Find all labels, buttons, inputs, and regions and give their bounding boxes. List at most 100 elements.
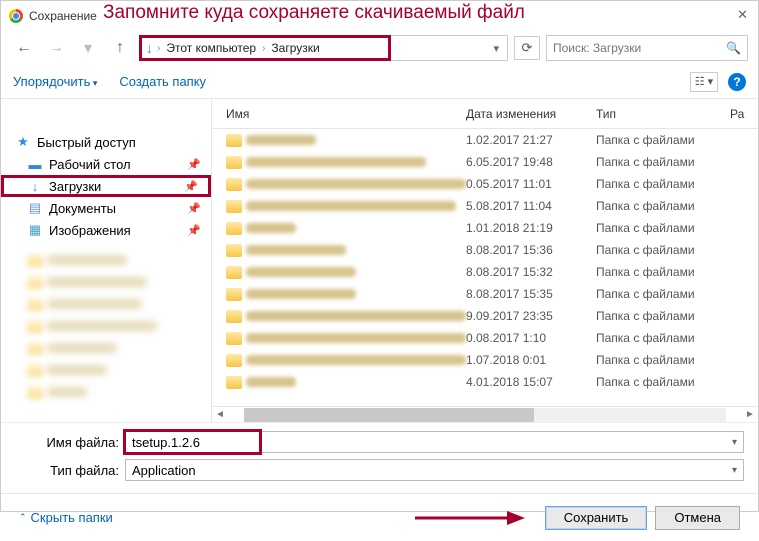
file-row[interactable]: 1.07.2018 0:01Папка с файлами [212,349,758,371]
refresh-button[interactable]: ⟳ [514,36,540,60]
window-title: Сохранение [29,9,97,23]
pictures-icon: ▦ [27,222,43,238]
file-name-blurred [246,267,356,277]
column-headers[interactable]: Имя Дата изменения Тип Ра [212,99,758,129]
file-date: 8.08.2017 15:35 [466,287,596,301]
star-icon: ★ [15,134,31,150]
up-button[interactable]: ↑ [107,37,133,59]
scroll-left[interactable]: ◄ [212,409,228,420]
file-date: 6.05.2017 19:48 [466,155,596,169]
file-date: 5.08.2017 11:04 [466,199,596,213]
breadcrumb-dropdown[interactable]: ▾ [489,42,503,55]
file-date: 0.05.2017 11:01 [466,177,596,191]
pin-icon: 📌 [187,202,201,215]
file-list[interactable]: 1.02.2017 21:27Папка с файлами6.05.2017 … [212,129,758,406]
desktop-icon: ▬ [27,156,43,172]
breadcrumb-bar[interactable]: ↓ › Этот компьютер › Загрузки ▾ [139,35,508,61]
file-row[interactable]: 0.05.2017 11:01Папка с файлами [212,173,758,195]
col-type[interactable]: Тип [596,107,730,121]
folder-icon [226,178,242,191]
pin-icon: 📌 [187,158,201,171]
folder-icon [226,288,242,301]
chevron-up-icon: ⌃ [19,512,27,523]
file-row[interactable]: 6.05.2017 19:48Папка с файлами [212,151,758,173]
sidebar-blur-item [1,337,211,359]
folder-icon [226,200,242,213]
file-date: 1.02.2017 21:27 [466,133,596,147]
file-type: Папка с файлами [596,331,730,345]
sidebar-quick-access[interactable]: ★ Быстрый доступ [1,131,211,153]
breadcrumb-item-downloads[interactable]: Загрузки [267,41,323,55]
search-input[interactable] [553,41,726,55]
horizontal-scrollbar[interactable]: ◄ ► [212,406,758,422]
filename-field[interactable]: tsetup.1.2.6 ▾ [125,431,744,453]
filetype-value: Application [132,463,196,478]
folder-icon [226,354,242,367]
view-options-button[interactable]: ☷ ▾ [690,72,718,92]
scroll-track[interactable] [244,408,726,422]
search-icon[interactable]: 🔍 [726,41,741,55]
filename-label: Имя файла: [15,435,125,450]
back-button[interactable]: ← [11,37,37,59]
folder-icon [226,376,242,389]
col-name[interactable]: Имя [212,107,466,121]
file-name-blurred [246,201,456,211]
file-type: Папка с файлами [596,177,730,191]
sidebar-blur-item [1,359,211,381]
breadcrumb-item-pc[interactable]: Этот компьютер [162,41,260,55]
file-name-blurred [246,311,466,321]
save-button[interactable]: Сохранить [545,506,648,530]
file-name-blurred [246,157,426,167]
sidebar-item-pictures[interactable]: ▦ Изображения 📌 [1,219,211,241]
file-type: Папка с файлами [596,265,730,279]
sidebar-blur-item [1,249,211,271]
filetype-dropdown[interactable]: ▾ [732,465,737,476]
folder-icon [226,244,242,257]
breadcrumb-sep: › [157,43,160,54]
file-date: 1.07.2018 0:01 [466,353,596,367]
file-date: 0.08.2017 1:10 [466,331,596,345]
col-date[interactable]: Дата изменения [466,107,596,121]
file-row[interactable]: 1.01.2018 21:19Папка с файлами [212,217,758,239]
file-row[interactable]: 8.08.2017 15:32Папка с файлами [212,261,758,283]
organize-menu[interactable]: Упорядочить [13,74,97,89]
hide-folders-link[interactable]: ⌃ Скрыть папки [19,510,113,525]
file-row[interactable]: 8.08.2017 15:36Папка с файлами [212,239,758,261]
cancel-button[interactable]: Отмена [655,506,740,530]
sidebar-item-desktop[interactable]: ▬ Рабочий стол 📌 [1,153,211,175]
help-button[interactable]: ? [728,73,746,91]
file-name-blurred [246,135,316,145]
file-row[interactable]: 0.08.2017 1:10Папка с файлами [212,327,758,349]
scroll-thumb[interactable] [244,408,534,422]
folder-icon [226,222,242,235]
downloads-icon: ↓ [146,40,153,56]
scroll-right[interactable]: ► [742,409,758,420]
filetype-label: Тип файла: [15,463,125,478]
file-row[interactable]: 8.08.2017 15:35Папка с файлами [212,283,758,305]
file-date: 8.08.2017 15:32 [466,265,596,279]
col-size[interactable]: Ра [730,107,758,121]
new-folder-button[interactable]: Создать папку [119,74,206,89]
folder-icon [226,134,242,147]
sidebar: ★ Быстрый доступ ▬ Рабочий стол 📌 ↓ Загр… [1,99,212,422]
file-row[interactable]: 9.09.2017 23:35Папка с файлами [212,305,758,327]
sidebar-item-downloads[interactable]: ↓ Загрузки 📌 [1,175,211,197]
forward-button[interactable]: → [43,37,69,59]
file-row[interactable]: 1.02.2017 21:27Папка с файлами [212,129,758,151]
folder-icon [226,156,242,169]
pin-icon: 📌 [184,180,198,193]
recent-button[interactable]: ▾ [75,37,101,59]
sidebar-item-label: Изображения [49,223,131,238]
sidebar-blur-item [1,315,211,337]
file-row[interactable]: 5.08.2017 11:04Папка с файлами [212,195,758,217]
hide-folders-label: Скрыть папки [31,510,113,525]
search-box[interactable]: 🔍 [546,35,748,61]
close-button[interactable]: ✕ [737,7,748,23]
sidebar-item-documents[interactable]: ▤ Документы 📌 [1,197,211,219]
file-row[interactable]: 4.01.2018 15:07Папка с файлами [212,371,758,393]
filename-dropdown[interactable]: ▾ [732,437,737,448]
file-type: Папка с файлами [596,309,730,323]
file-name-blurred [246,355,466,365]
sidebar-item-label: Документы [49,201,116,216]
filetype-field[interactable]: Application ▾ [125,459,744,481]
